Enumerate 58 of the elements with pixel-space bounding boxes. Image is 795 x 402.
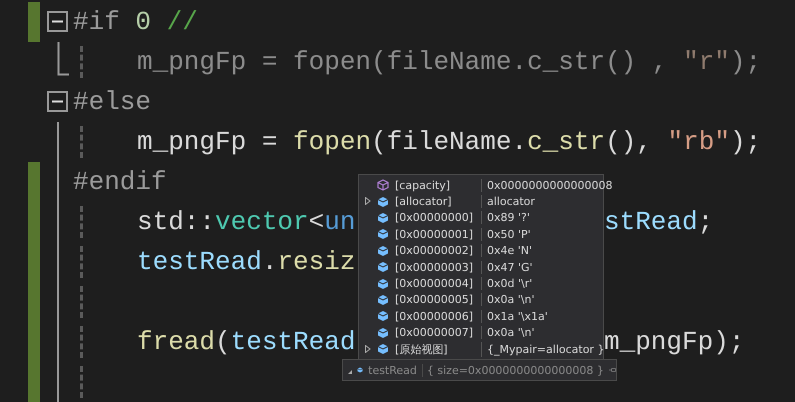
variable-value: 0x0d '\r' [486,277,534,290]
indent-guide [80,326,83,358]
field-icon [377,244,389,257]
field-icon [377,212,389,224]
variable-name: [allocator] [395,195,482,208]
indent-guide [80,126,83,158]
variable-value: 0x1a '\x1a' [486,310,549,323]
indent-guide [80,286,83,318]
variable-name: [0x00000005] [395,293,482,306]
variable-name: [0x00000001] [395,228,482,241]
variable-name: [原始视图] [395,342,482,357]
variable-name: [0x00000000] [395,211,482,224]
property-icon [377,179,389,192]
code-line: std::vector<un [137,207,356,237]
variable-value: 0x4e 'N' [486,244,534,258]
code-line: m_pngFp = fopen(fileName.c_str() , "r"); [137,47,762,77]
code-line: #endif [73,167,167,197]
variable-value: {_Mypair=allocator } [486,342,604,356]
variable-name: [capacity] [395,178,482,192]
variable-name: [0x00000003] [395,260,482,274]
code-line: #if 0 // [73,7,198,37]
pin-icon[interactable] [608,366,616,374]
variable-value: 0x0000000000000008 [486,178,612,192]
variable-value: 0x50 'P' [486,228,532,241]
field-icon [377,261,389,274]
fold-line-end [57,42,69,76]
code-line: m_pngFp); [604,326,746,359]
code-line: #else [73,87,152,117]
field-icon [377,343,389,356]
indent-guide [80,366,83,398]
field-icon [377,278,389,290]
variable-name: [0x00000007] [395,326,482,340]
field-icon [377,228,389,240]
code-line: m_pngFp = fopen(fileName.c_str(), "rb"); [137,127,762,157]
variable-value: 0x47 'G' [486,260,534,274]
collapse-icon[interactable] [47,91,69,113]
variable-value: 0x0a '\n' [486,293,536,306]
variable-name: testRead [368,364,417,376]
variable-name: [0x00000002] [395,244,482,258]
collapse-icon[interactable] [47,11,69,33]
field-icon [377,196,389,208]
field-icon [377,326,389,339]
indent-guide [80,46,83,78]
code-line: testRead.resiz [137,247,356,277]
variable-value: { size=0x0000000000000008 } [422,364,604,376]
code-line: fread(testRead [137,327,356,357]
variable-value: 0x89 '?' [486,211,531,224]
variable-value: allocator [486,195,536,208]
expand-arrow-icon[interactable] [365,344,371,353]
expand-arrow-icon[interactable] [365,197,371,206]
indent-guide [80,246,83,278]
field-icon [377,310,389,322]
variable-name: [0x00000004] [395,277,482,290]
variable-value: 0x0a '\n' [486,326,536,340]
indent-guide [80,206,83,238]
code-line: stRead; [604,206,714,239]
field-icon [377,294,389,306]
variable-name: [0x00000006] [395,310,482,323]
